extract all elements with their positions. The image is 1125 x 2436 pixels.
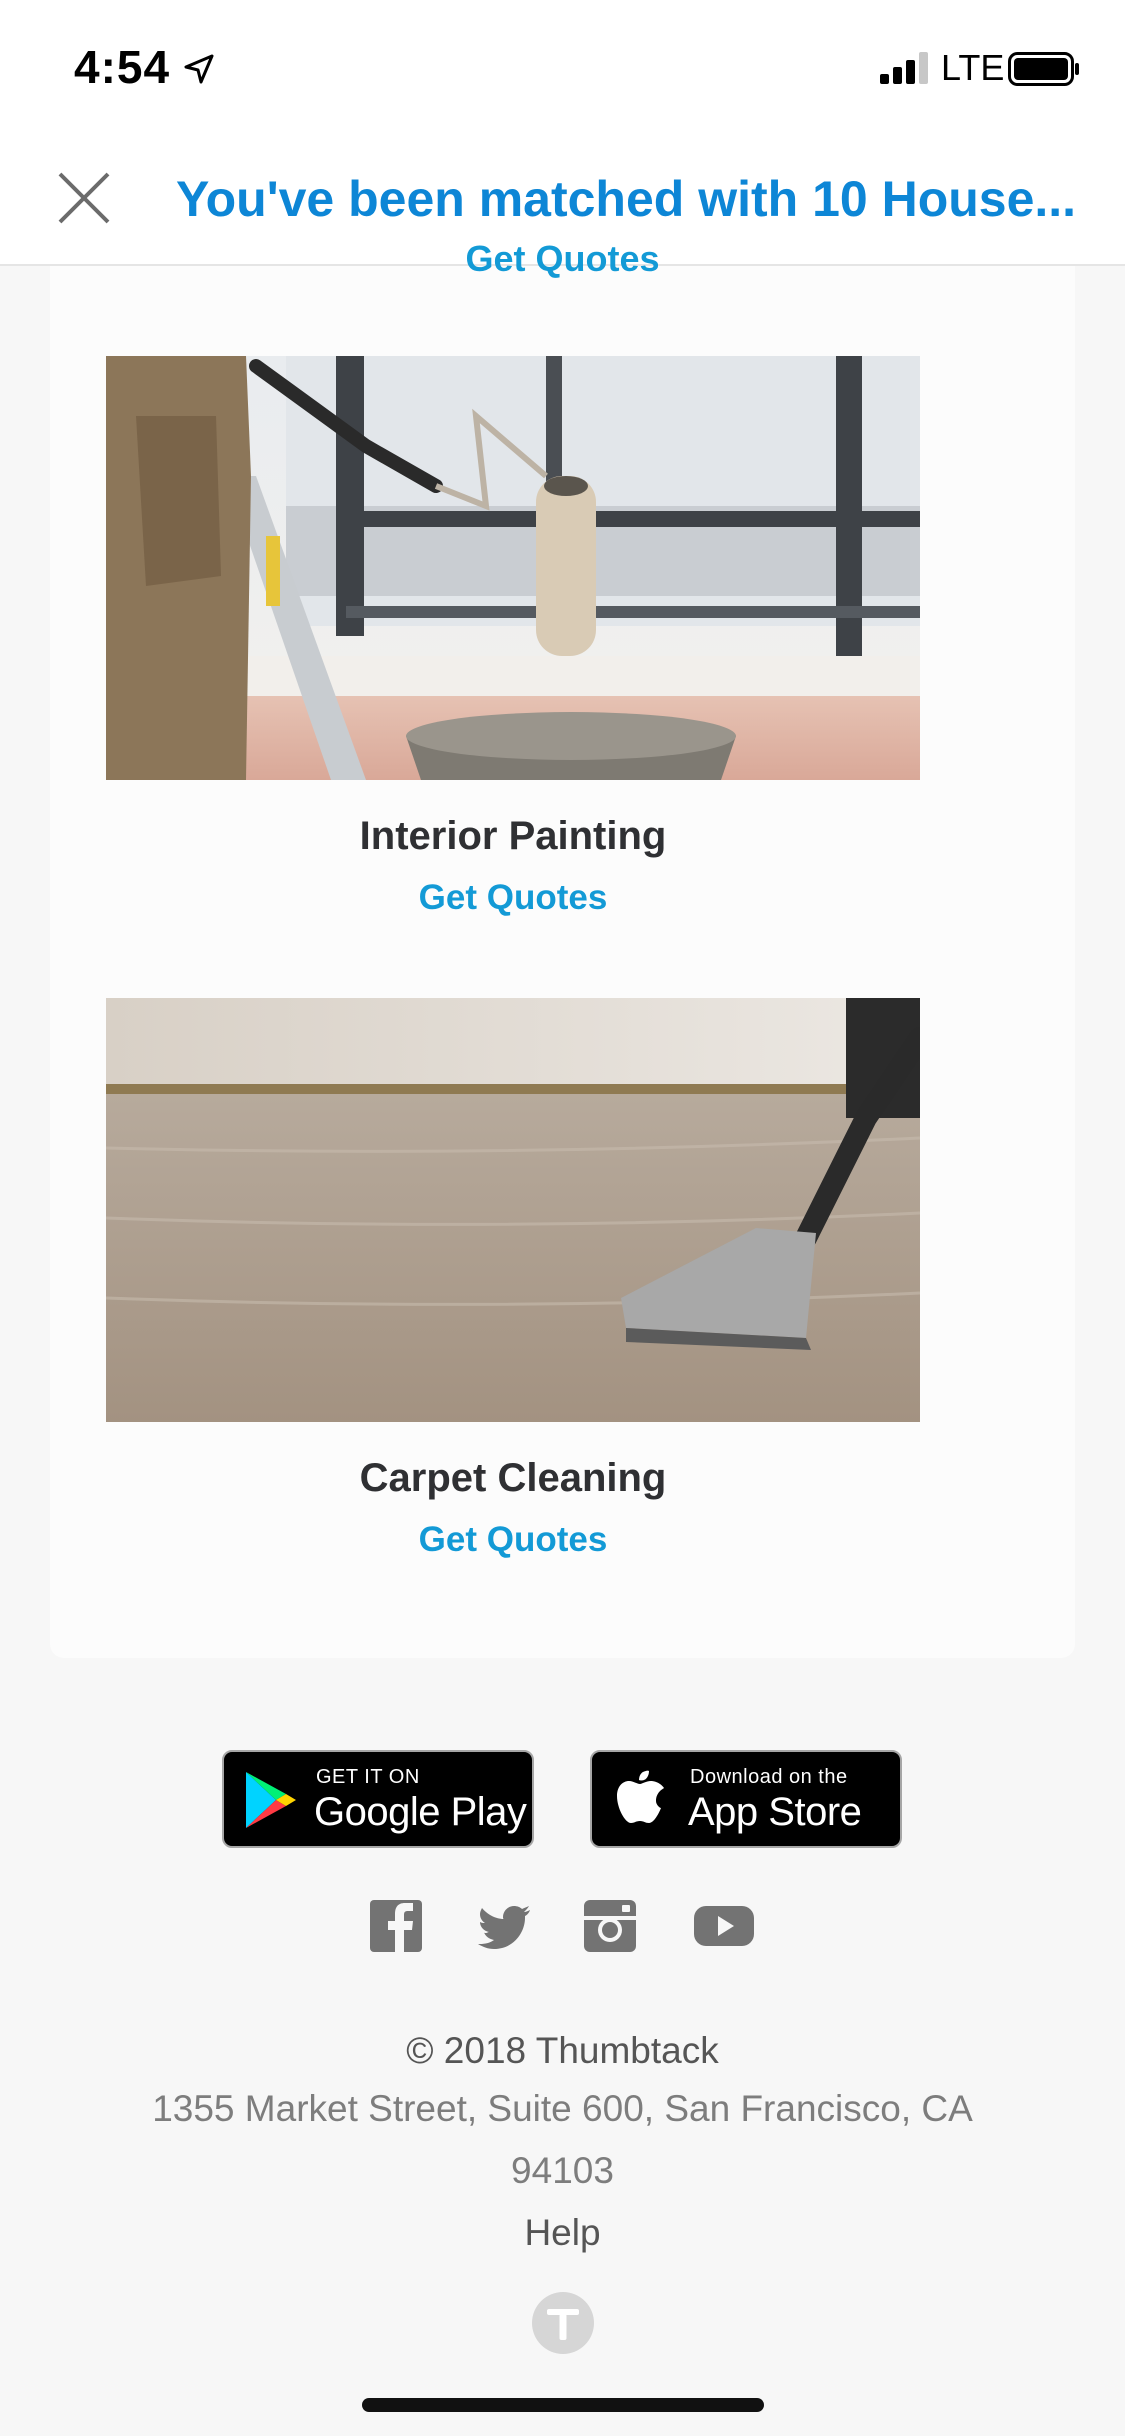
service-title: Interior Painting [359, 814, 667, 858]
get-quotes-link[interactable]: Get Quotes [106, 1520, 920, 1560]
carpet-cleaning-image[interactable] [106, 998, 920, 1422]
google-play-small-text: GET IT ON [316, 1766, 420, 1788]
app-store-big-text: App Store [688, 1790, 862, 1834]
google-play-badge[interactable]: GET IT ON Google Play [222, 1750, 534, 1848]
get-quotes-link[interactable]: Get Quotes [106, 878, 920, 918]
facebook-icon[interactable] [366, 1896, 426, 1956]
address-line-1: 1355 Market Street, Suite 600, San Franc… [152, 2088, 973, 2129]
apple-icon [617, 1770, 664, 1823]
page-title: You've been matched with 10 House... [176, 171, 1077, 227]
signal-strength-icon [880, 52, 928, 84]
app-store-small-text: Download on the [690, 1766, 848, 1788]
location-arrow-icon [184, 54, 214, 84]
thumbtack-logo-icon[interactable] [532, 2292, 594, 2354]
get-quotes-link-previous[interactable]: Get Quotes [50, 238, 1075, 280]
status-bar: 4:54 LTE [0, 0, 1125, 132]
network-type: LTE [941, 47, 1005, 88]
interior-painting-image[interactable] [106, 356, 920, 780]
google-play-icon [246, 1772, 296, 1828]
copyright-text: © 2018 Thumbtack [406, 2030, 719, 2071]
help-link[interactable]: Help [0, 2212, 1125, 2254]
service-title: Carpet Cleaning [359, 1456, 667, 1500]
close-icon[interactable] [56, 170, 112, 226]
status-time: 4:54 [74, 41, 171, 93]
services-card: Get Quotes Interior Painting Get Quotes … [50, 238, 1075, 1658]
instagram-icon[interactable] [580, 1896, 640, 1956]
home-indicator [362, 2398, 764, 2412]
google-play-big-text: Google Play [314, 1790, 527, 1834]
address-line-2: 94103 [511, 2150, 614, 2191]
youtube-icon[interactable] [692, 1896, 756, 1956]
twitter-icon[interactable] [474, 1896, 534, 1956]
app-store-badge[interactable]: Download on the App Store [590, 1750, 902, 1848]
battery-icon [1008, 52, 1079, 86]
